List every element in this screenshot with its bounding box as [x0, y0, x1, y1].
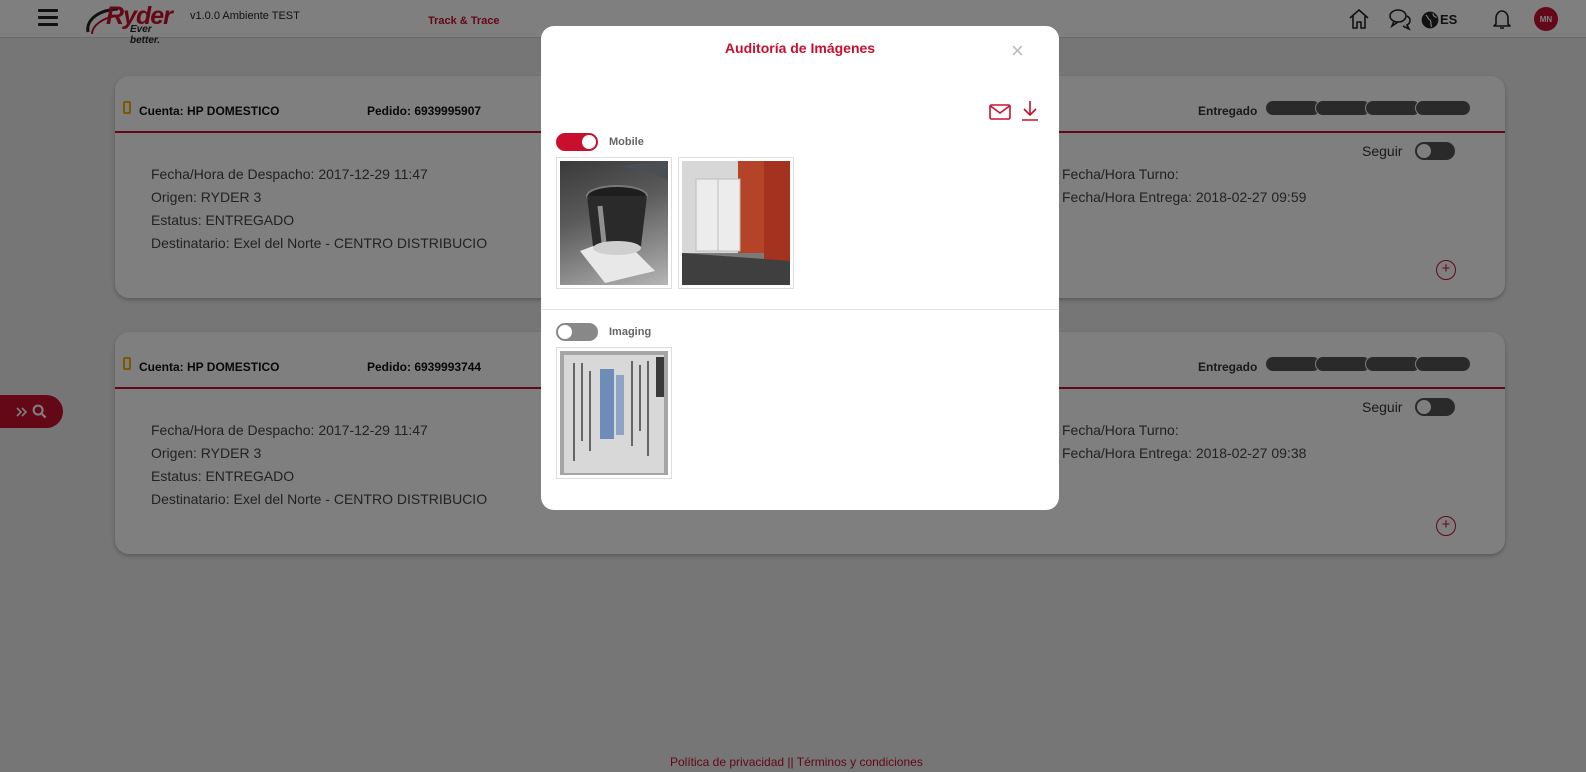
cup-photo-image: [580, 161, 668, 283]
mobile-toggle[interactable]: [556, 133, 598, 151]
download-icon[interactable]: [1021, 100, 1039, 122]
mobile-photo-thumbnail[interactable]: [678, 157, 794, 289]
imaging-toggle[interactable]: [556, 323, 598, 341]
scanned-document-image: [560, 351, 668, 475]
door-photo-image: [682, 161, 790, 285]
section-divider: [541, 309, 1059, 310]
modal-title: Auditoría de Imágenes: [724, 40, 876, 56]
close-icon[interactable]: ×: [1011, 38, 1024, 64]
email-icon[interactable]: [989, 104, 1011, 120]
imaging-section-label: Imaging: [609, 326, 652, 338]
imaging-document-thumbnail[interactable]: [556, 347, 672, 479]
image-audit-modal: Auditoría de Imágenes × Mobile Imaging: [541, 26, 1059, 510]
mobile-photo-thumbnail[interactable]: [556, 157, 672, 289]
mobile-section-label: Mobile: [609, 136, 644, 148]
